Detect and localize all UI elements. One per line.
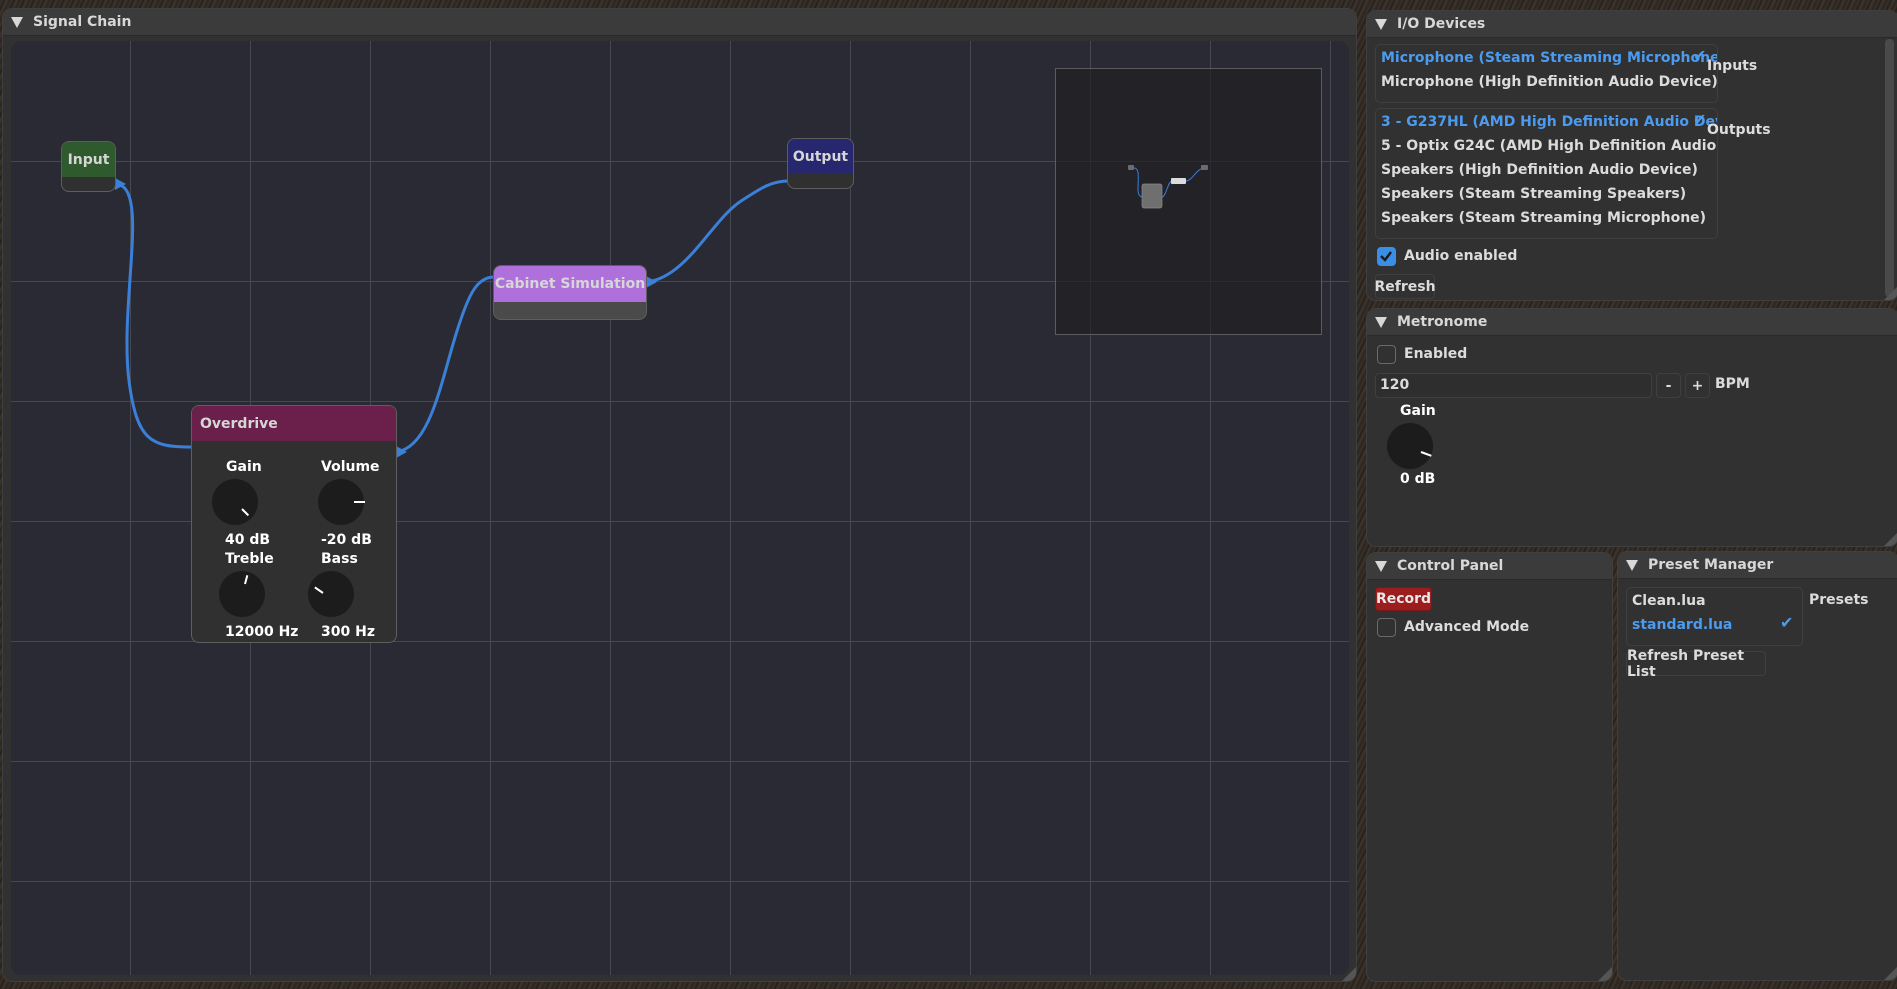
io-devices-title: I/O Devices (1397, 16, 1486, 32)
control-panel-title: Control Panel (1397, 558, 1504, 574)
minimap[interactable] (1055, 68, 1322, 335)
overdrive-gain-knob[interactable] (212, 479, 258, 525)
selected-check-icon: ✔ (1693, 46, 1707, 65)
pin-cabinet-out-icon (646, 276, 657, 288)
bpm-input[interactable]: 120 (1375, 373, 1652, 398)
overdrive-volume-label: Volume (321, 459, 380, 475)
presets-label: Presets (1809, 592, 1869, 608)
overdrive-treble-label: Treble (225, 551, 274, 567)
io-devices-scrollbar[interactable] (1885, 39, 1894, 297)
outputs-label: Outputs (1707, 122, 1771, 138)
signal-chain-panel: Signal Chain Input Overdrive Gain 40 dB … (2, 8, 1357, 982)
output-device-item[interactable]: 5 - Optix G24C (AMD High Definition Audi… (1381, 138, 1717, 154)
metronome-resize-grip[interactable] (1884, 532, 1897, 546)
control-panel-title-bar[interactable]: Control Panel (1367, 553, 1612, 580)
preset-manager-title-bar[interactable]: Preset Manager (1618, 552, 1897, 579)
link-overdrive-to-cabinet (396, 275, 494, 454)
minimap-node-cabinet (1171, 178, 1186, 184)
minimap-node-overdrive (1141, 183, 1163, 209)
metronome-title-bar[interactable]: Metronome (1367, 309, 1897, 336)
selected-check-icon: ✔ (1693, 110, 1707, 129)
collapse-triangle-icon[interactable] (1375, 18, 1387, 30)
checkmark-icon (1380, 251, 1392, 262)
inputs-label: Inputs (1707, 58, 1758, 74)
minimap-content (1128, 165, 1208, 209)
metronome-panel: Metronome Enabled 120 - + BPM Gain 0 dB (1366, 308, 1897, 547)
minimap-node-input (1128, 165, 1134, 170)
refresh-button[interactable]: Refresh (1374, 274, 1436, 299)
overdrive-volume-knob[interactable] (318, 479, 365, 525)
metronome-gain-label: Gain (1400, 403, 1436, 419)
node-output-title: Output (792, 148, 849, 165)
io-devices-title-bar[interactable]: I/O Devices (1367, 11, 1897, 38)
presets-listbox[interactable]: Clean.lua standard.lua ✔ (1626, 587, 1803, 646)
preset-manager-panel: Preset Manager Clean.lua standard.lua ✔ … (1617, 551, 1897, 981)
node-cabinet-title-bar[interactable]: Cabinet Simulation (494, 266, 646, 302)
node-cabinet-title: Cabinet Simulation (494, 276, 646, 292)
advanced-mode-checkbox[interactable] (1377, 618, 1396, 637)
io-devices-resize-grip[interactable] (1884, 286, 1897, 300)
output-device-item[interactable]: 3 - G237HL (AMD High Definition Audio De… (1381, 114, 1717, 130)
advanced-mode-label[interactable]: Advanced Mode (1404, 619, 1529, 635)
node-output[interactable]: Output (787, 138, 854, 189)
collapse-triangle-icon[interactable] (11, 16, 23, 28)
overdrive-treble-value: 12000 Hz (225, 624, 299, 640)
preset-item[interactable]: standard.lua (1632, 617, 1732, 633)
audio-enabled-label[interactable]: Audio enabled (1404, 248, 1517, 264)
minimap-node-output (1201, 165, 1208, 170)
overdrive-bass-label: Bass (321, 551, 358, 567)
bpm-increment-button[interactable]: + (1685, 373, 1710, 398)
collapse-triangle-icon[interactable] (1626, 559, 1638, 571)
link-cabinet-to-output (646, 179, 790, 284)
audio-enabled-checkbox[interactable] (1377, 247, 1396, 266)
outputs-listbox[interactable]: 3 - G237HL (AMD High Definition Audio De… (1375, 108, 1718, 239)
preset-item[interactable]: Clean.lua (1632, 593, 1706, 609)
collapse-triangle-icon[interactable] (1375, 560, 1387, 572)
control-panel: Control Panel Record Advanced Mode (1366, 552, 1613, 982)
preset-manager-resize-grip[interactable] (1884, 966, 1897, 980)
control-panel-resize-grip[interactable] (1598, 967, 1612, 981)
selected-check-icon: ✔ (1780, 613, 1794, 632)
record-button[interactable]: Record (1375, 587, 1432, 611)
node-cabinet-simulation[interactable]: Cabinet Simulation (493, 265, 647, 320)
metronome-enabled-label[interactable]: Enabled (1404, 346, 1467, 362)
overdrive-gain-value: 40 dB (225, 532, 271, 548)
signal-chain-title-bar[interactable]: Signal Chain (3, 9, 1356, 36)
node-overdrive[interactable]: Overdrive Gain 40 dB Volume -20 dB Trebl… (191, 405, 397, 643)
overdrive-volume-value: -20 dB (321, 532, 372, 548)
refresh-preset-list-button[interactable]: Refresh Preset List (1626, 648, 1766, 680)
bpm-value: 120 (1380, 377, 1410, 393)
node-overdrive-title-bar[interactable]: Overdrive (192, 406, 396, 441)
node-input-title-bar[interactable]: Input (62, 142, 115, 177)
node-input-title: Input (67, 151, 110, 168)
metronome-gain-value: 0 dB (1400, 471, 1436, 487)
output-device-item[interactable]: Speakers (Steam Streaming Speakers) (1381, 186, 1686, 202)
metronome-gain-knob[interactable] (1387, 423, 1433, 469)
overdrive-treble-knob[interactable] (219, 571, 265, 617)
preset-manager-title: Preset Manager (1648, 557, 1774, 573)
output-device-item[interactable]: Speakers (High Definition Audio Device) (1381, 162, 1698, 178)
node-overdrive-title: Overdrive (200, 415, 278, 432)
io-devices-panel: I/O Devices Microphone (Steam Streaming … (1366, 10, 1897, 301)
metronome-title: Metronome (1397, 314, 1488, 330)
inputs-listbox[interactable]: Microphone (Steam Streaming Microphone) … (1375, 44, 1718, 103)
bpm-decrement-button[interactable]: - (1656, 373, 1681, 398)
node-editor-canvas[interactable]: Input Overdrive Gain 40 dB Volume -20 dB… (11, 41, 1349, 975)
metronome-enabled-checkbox[interactable] (1377, 345, 1396, 364)
overdrive-gain-label: Gain (226, 459, 262, 475)
output-device-item[interactable]: Speakers (Steam Streaming Microphone) (1381, 210, 1706, 226)
signal-chain-title: Signal Chain (33, 14, 132, 30)
link-input-to-overdrive (114, 182, 192, 449)
node-output-title-bar[interactable]: Output (788, 139, 853, 174)
signal-chain-resize-grip[interactable] (1342, 967, 1356, 981)
collapse-triangle-icon[interactable] (1375, 316, 1387, 328)
input-device-item[interactable]: Microphone (Steam Streaming Microphone) (1381, 50, 1717, 66)
input-device-item[interactable]: Microphone (High Definition Audio Device… (1381, 74, 1717, 90)
overdrive-bass-value: 300 Hz (321, 624, 375, 640)
bpm-label: BPM (1715, 376, 1750, 392)
overdrive-bass-knob[interactable] (308, 571, 354, 617)
node-input[interactable]: Input (61, 141, 116, 192)
